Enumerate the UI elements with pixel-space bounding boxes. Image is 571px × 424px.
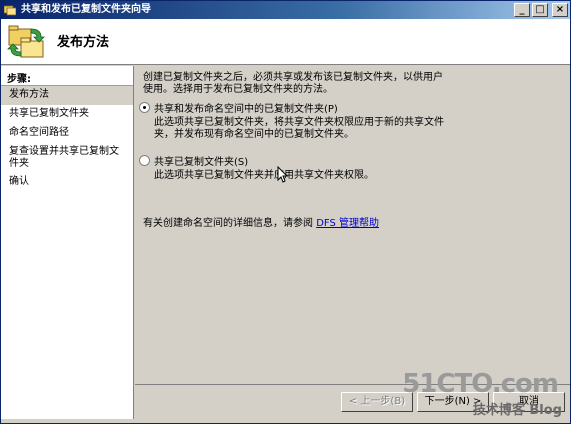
radio-publish-namespace[interactable] bbox=[139, 102, 150, 113]
minimize-button[interactable]: _ bbox=[514, 3, 530, 17]
wizard-header: 发布方法 bbox=[1, 19, 570, 65]
sidebar-item-publish-method[interactable]: 发布方法 bbox=[1, 86, 133, 105]
option-share-only[interactable]: 共享已复制文件夹(S) bbox=[139, 153, 248, 168]
maximize-button[interactable]: □ bbox=[532, 3, 548, 17]
option-publish-namespace[interactable]: 共享和发布命名空间中的已复制文件夹(P) bbox=[139, 100, 338, 115]
intro-text: 创建已复制文件夹之后，必须共享或发布该已复制文件夹，以供用户使用。选择用于发布已… bbox=[143, 72, 443, 95]
help-prefix: 有关创建命名空间的详细信息，请参阅 bbox=[143, 218, 313, 229]
steps-heading: 步骤: bbox=[1, 66, 133, 86]
close-button[interactable]: × bbox=[552, 3, 568, 17]
shared-folders-icon bbox=[7, 25, 45, 58]
sidebar-item-review-settings[interactable]: 复查设置并共享已复制文件夹 bbox=[1, 143, 133, 173]
window-controls: _ □ × bbox=[514, 3, 568, 17]
wizard-footer: < 上一步(B) 下一步(N) > 取消 bbox=[135, 384, 570, 419]
title-bar[interactable]: 共享和发布已复制文件夹向导 _ □ × bbox=[1, 1, 570, 19]
option-share-only-label[interactable]: 共享已复制文件夹(S) bbox=[154, 153, 248, 168]
main-content: 创建已复制文件夹之后，必须共享或发布该已复制文件夹，以供用户使用。选择用于发布已… bbox=[135, 66, 570, 384]
mouse-cursor-icon bbox=[277, 166, 289, 183]
sidebar-item-confirmation[interactable]: 确认 bbox=[1, 173, 133, 192]
window-title: 共享和发布已复制文件夹向导 bbox=[21, 4, 151, 15]
steps-sidebar: 步骤: 发布方法 共享已复制文件夹 命名空间路径 复查设置并共享已复制文件夹 确… bbox=[1, 66, 134, 419]
sidebar-item-namespace-path[interactable]: 命名空间路径 bbox=[1, 124, 133, 143]
next-button[interactable]: 下一步(N) > bbox=[417, 392, 489, 412]
wizard-window: 共享和发布已复制文件夹向导 _ □ × 发布方法 步骤: 发布方法 共享已复制文… bbox=[0, 0, 571, 424]
dfs-help-link[interactable]: DFS 管理帮助 bbox=[316, 218, 379, 229]
option-publish-namespace-description: 此选项共享已复制文件夹，将共享文件夹权限应用于新的共享文件夹，并发布现有命名空间… bbox=[154, 117, 444, 140]
previous-button[interactable]: < 上一步(B) bbox=[341, 392, 413, 412]
option-publish-namespace-label[interactable]: 共享和发布命名空间中的已复制文件夹(P) bbox=[154, 100, 338, 115]
option-share-only-description: 此选项共享已复制文件夹并应用共享文件夹权限。 bbox=[154, 170, 374, 181]
wizard-icon bbox=[4, 5, 16, 16]
sidebar-item-share-folder[interactable]: 共享已复制文件夹 bbox=[1, 105, 133, 124]
cancel-button[interactable]: 取消 bbox=[493, 392, 565, 412]
radio-share-only[interactable] bbox=[139, 155, 150, 166]
help-text: 有关创建命名空间的详细信息，请参阅 DFS 管理帮助 bbox=[143, 214, 379, 229]
page-title: 发布方法 bbox=[57, 35, 110, 50]
